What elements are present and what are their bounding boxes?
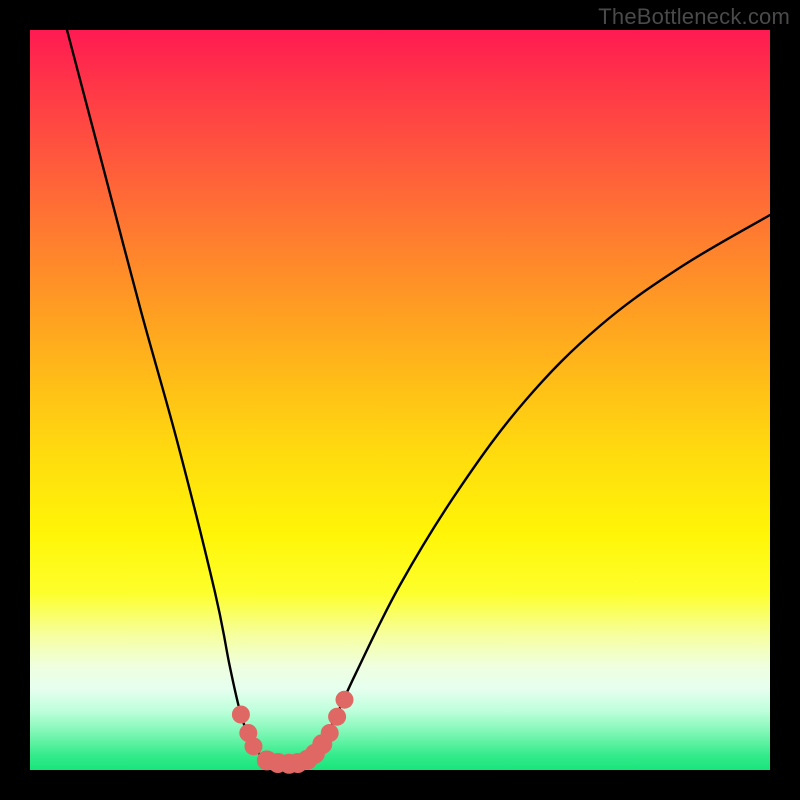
chart-frame: TheBottleneck.com	[0, 0, 800, 800]
highlight-dot	[328, 708, 346, 726]
plot-area	[30, 30, 770, 770]
highlight-dot	[321, 724, 339, 742]
highlight-dot	[244, 737, 262, 755]
watermark-text: TheBottleneck.com	[598, 4, 790, 30]
curve-left	[67, 30, 274, 762]
highlight-dot	[232, 706, 250, 724]
plot-svg	[30, 30, 770, 770]
curve-right	[304, 215, 770, 762]
highlight-dot	[336, 691, 354, 709]
highlight-dots	[232, 691, 354, 774]
